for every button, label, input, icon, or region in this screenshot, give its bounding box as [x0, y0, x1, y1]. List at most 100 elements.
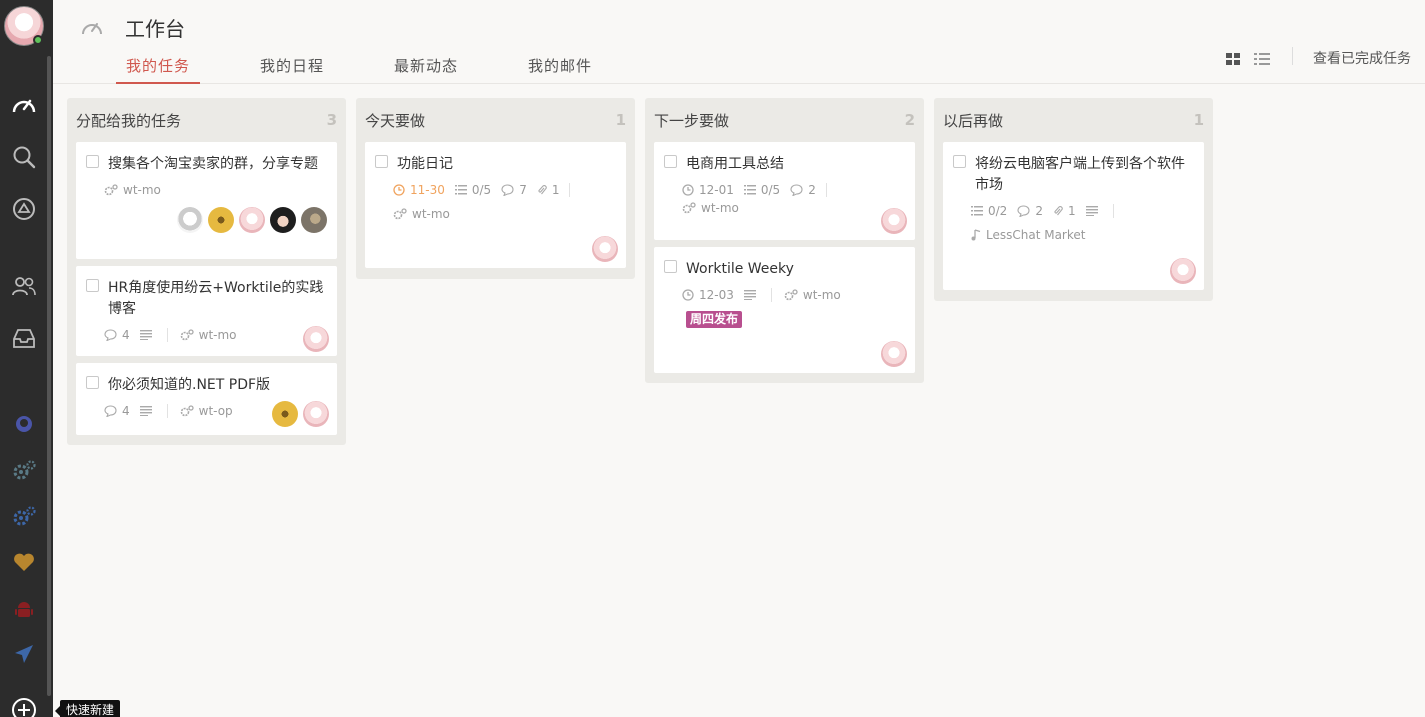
comment-icon: [104, 329, 117, 341]
dashboard-icon: [80, 17, 104, 41]
task-checkbox[interactable]: [953, 155, 966, 168]
assignee-list: [881, 341, 907, 367]
assignee-list: [108, 207, 327, 233]
task-title: Worktile Weeky: [686, 261, 794, 277]
project-gears-icon: [180, 405, 194, 417]
attachment-count: 1: [551, 183, 560, 197]
task-card[interactable]: 电商用工具总结 12-01 0/5 2 wt-mo: [654, 142, 915, 240]
music-note-icon: [971, 229, 981, 241]
project-gears-icon: [104, 184, 118, 196]
avatar[interactable]: [592, 236, 618, 262]
column-later: 以后再做 1 将纷云电脑客户端上传到各个软件市场 0/2 2 1 LessCha…: [934, 98, 1213, 301]
avatar[interactable]: [881, 341, 907, 367]
comment-icon: [501, 184, 514, 196]
task-card[interactable]: 功能日记 11-30 0/5 7 1 wt-mo: [365, 142, 626, 268]
due-date: 11-30: [410, 183, 445, 197]
task-title: 电商用工具总结: [686, 156, 784, 172]
attachment-icon: [1054, 206, 1063, 216]
task-checkbox[interactable]: [86, 279, 99, 292]
bell-icon[interactable]: [10, 195, 38, 223]
avatar[interactable]: [881, 208, 907, 234]
project-gears-icon: [180, 329, 194, 341]
comment-icon: [1017, 205, 1030, 217]
checklist-progress: 0/5: [471, 183, 492, 197]
avatar[interactable]: [1170, 258, 1196, 284]
project-name: wt-mo: [412, 207, 450, 221]
avatar[interactable]: [177, 207, 203, 233]
column-count: 3: [326, 111, 337, 129]
android-icon[interactable]: [10, 596, 38, 624]
task-card[interactable]: HR角度使用纷云+Worktile的实践博客 4 wt-mo: [76, 266, 337, 356]
task-checkbox[interactable]: [86, 376, 99, 389]
attachment-icon: [538, 185, 547, 195]
plus-circle-icon[interactable]: [10, 696, 38, 717]
sidebar-scrollbar[interactable]: [47, 56, 51, 696]
task-checkbox[interactable]: [664, 260, 677, 273]
avatar[interactable]: [272, 401, 298, 427]
description-icon: [139, 406, 152, 416]
attachment-count: 1: [1067, 204, 1076, 218]
checklist-icon: [743, 185, 756, 195]
comment-icon: [104, 405, 117, 417]
project-gears-icon: [784, 289, 798, 301]
user-avatar[interactable]: [4, 6, 44, 46]
avatar[interactable]: [303, 326, 329, 352]
inbox-icon[interactable]: [10, 324, 38, 352]
assignee-list: [272, 401, 329, 427]
clock-icon: [682, 184, 694, 196]
avatar[interactable]: [301, 207, 327, 233]
task-title: 将纷云电脑客户端上传到各个软件市场: [975, 156, 1185, 193]
view-completed-tasks-link[interactable]: 查看已完成任务: [1313, 48, 1411, 68]
task-checkbox[interactable]: [664, 155, 677, 168]
avatar[interactable]: [239, 207, 265, 233]
gears-icon[interactable]: [10, 456, 38, 484]
due-date: 12-03: [699, 288, 734, 302]
column-next: 下一步要做 2 电商用工具总结 12-01 0/5 2 wt-mo Workti…: [645, 98, 924, 383]
plane-icon[interactable]: [10, 640, 38, 668]
task-card[interactable]: 将纷云电脑客户端上传到各个软件市场 0/2 2 1 LessChat Marke…: [943, 142, 1204, 290]
avatar[interactable]: [208, 207, 234, 233]
heart-icon[interactable]: [10, 548, 38, 576]
header: 工作台 我的任务 我的日程 最新动态 我的邮件 查看已完成任务: [53, 0, 1425, 84]
task-checkbox[interactable]: [86, 155, 99, 168]
column-title: 今天要做: [365, 111, 426, 130]
task-checkbox[interactable]: [375, 155, 388, 168]
tab-my-schedule[interactable]: 我的日程: [250, 55, 334, 84]
tab-my-tasks[interactable]: 我的任务: [116, 55, 201, 84]
tab-bar: 我的任务 我的日程 最新动态 我的邮件: [116, 55, 652, 84]
column-count: 2: [904, 111, 915, 129]
task-card[interactable]: 你必须知道的.NET PDF版 4 wt-op: [76, 363, 337, 435]
tab-latest-activity[interactable]: 最新动态: [384, 55, 468, 84]
task-title: HR角度使用纷云+Worktile的实践博客: [108, 280, 324, 317]
gears-blue-icon[interactable]: [10, 502, 38, 530]
comment-icon: [790, 184, 803, 196]
search-icon[interactable]: [10, 143, 38, 171]
github-icon[interactable]: [10, 410, 38, 438]
assignee-list: [881, 208, 907, 234]
project-name: wt-mo: [802, 288, 841, 302]
list-view-icon[interactable]: [1254, 50, 1270, 69]
team-icon[interactable]: [10, 272, 38, 300]
comment-count: 7: [519, 183, 527, 197]
project-name: wt-mo: [701, 201, 739, 215]
project-name: wt-mo: [198, 328, 237, 342]
task-card[interactable]: 搜集各个淘宝卖家的群，分享专题 wt-mo: [76, 142, 337, 259]
avatar[interactable]: [270, 207, 296, 233]
task-title: 功能日记: [397, 156, 453, 172]
grid-view-icon[interactable]: [1226, 50, 1240, 69]
column-title: 以后再做: [943, 111, 1004, 130]
clock-icon: [393, 184, 405, 196]
online-status-dot: [33, 35, 43, 45]
tag-label[interactable]: 周四发布: [686, 311, 743, 328]
comment-count: 2: [1035, 204, 1043, 218]
checklist-icon: [971, 206, 983, 216]
checklist-icon: [454, 185, 467, 195]
tab-my-mail[interactable]: 我的邮件: [518, 55, 602, 84]
task-title: 搜集各个淘宝卖家的群，分享专题: [108, 156, 318, 172]
task-card[interactable]: Worktile Weeky 12-03 wt-mo 周四发布: [654, 247, 915, 373]
project-name: wt-mo: [123, 183, 161, 197]
column-assigned: 分配给我的任务 3 搜集各个淘宝卖家的群，分享专题 wt-mo HR角度使用纷云…: [67, 98, 346, 445]
dashboard-icon[interactable]: [10, 91, 38, 119]
avatar[interactable]: [303, 401, 329, 427]
column-count: 1: [1193, 111, 1204, 129]
